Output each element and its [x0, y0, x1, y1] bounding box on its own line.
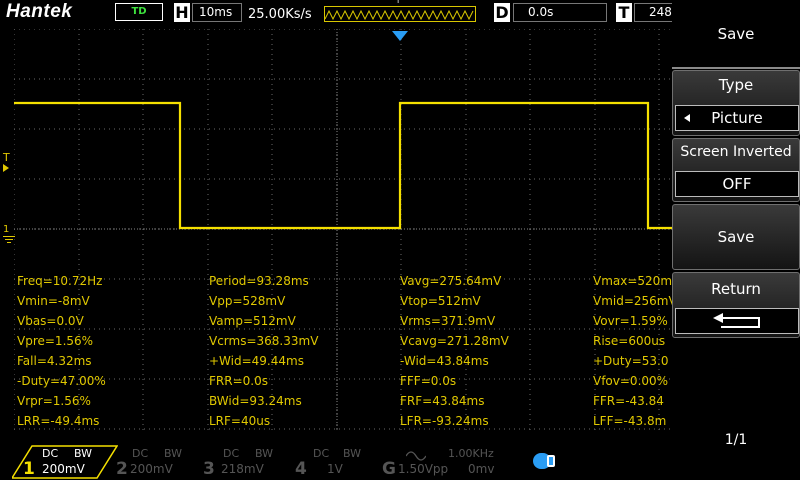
- measurement-value: Vmid=256mV: [593, 294, 672, 308]
- menu-title: Save: [717, 25, 755, 43]
- measurement-value: LFR=-93.24ms: [400, 414, 489, 428]
- measurement-value: Vpp=528mV: [209, 294, 286, 308]
- channel-3-bw: BW: [255, 447, 274, 460]
- measurement-value: Fall=4.32ms: [17, 354, 92, 368]
- measurement-value: Period=93.28ms: [209, 274, 309, 288]
- measurement-value: LRR=-49.4ms: [17, 414, 100, 428]
- save-menu-item[interactable]: Save: [672, 204, 800, 270]
- return-arrow-icon: [713, 313, 760, 328]
- measurement-value: -Duty=47.00%: [17, 374, 106, 388]
- measurement-value: Freq=10.72Hz: [17, 274, 103, 288]
- type-menu-item[interactable]: Type Picture: [672, 70, 800, 136]
- channel-3-scale: 218mV: [221, 462, 264, 476]
- measurement-value: Vcrms=368.33mV: [209, 334, 319, 348]
- sine-wave-icon: [406, 451, 426, 461]
- channel-4-number: 4: [295, 459, 307, 479]
- channel-2-coupling: DC: [132, 447, 149, 460]
- generator-label: G: [382, 459, 396, 479]
- measurement-value: Vavg=275.64mV: [400, 274, 502, 288]
- usb-icon: [533, 453, 559, 469]
- type-value: Picture: [711, 109, 763, 127]
- channel-2-number: 2: [116, 459, 128, 479]
- channel-1-coupling: DC: [42, 447, 59, 460]
- softkey-menu: Save Type Picture Screen Inverted OFF Sa…: [672, 0, 800, 480]
- return-menu-item[interactable]: Return: [672, 272, 800, 338]
- channel-2-scale: 200mV: [130, 462, 173, 476]
- measurement-value: FFR=-43.84: [593, 394, 664, 408]
- channel-3-number: 3: [203, 459, 215, 479]
- return-label: Return: [711, 280, 761, 298]
- measurement-value: +Duty=53.0: [593, 354, 669, 368]
- measurement-value: Vovr=1.59%: [593, 314, 668, 328]
- channel-1-number: 1: [23, 459, 35, 479]
- generator-frequency: 1.00KHz: [448, 447, 494, 460]
- measurement-value: +Wid=49.44ms: [209, 354, 304, 368]
- channel-4-status[interactable]: 4 DC BW 1V: [295, 445, 375, 479]
- channel-status-bar: 1 DC BW 200mV 2 DC BW 200mV 3 DC BW 218m…: [0, 444, 672, 480]
- generator-amplitude: 1.50Vpp: [398, 462, 449, 476]
- measurement-value: Vmin=-8mV: [17, 294, 90, 308]
- measurement-value: Rise=600us: [593, 334, 666, 348]
- generator-offset: 0mv: [468, 462, 495, 476]
- channel-3-coupling: DC: [223, 447, 240, 460]
- screen-inverted-menu-item[interactable]: Screen Inverted OFF: [672, 138, 800, 202]
- measurement-value: Vmax=520mV: [593, 274, 672, 288]
- save-label: Save: [717, 228, 755, 246]
- type-label: Type: [718, 76, 754, 94]
- measurement-panel: Freq=10.72Hz Period=93.28ms Vavg=275.64mV V…: [0, 0, 672, 432]
- measurement-value: BWid=93.24ms: [209, 394, 302, 408]
- channel-3-status[interactable]: 3 DC BW 218mV: [203, 445, 293, 479]
- measurement-value: FFF=0.0s: [400, 374, 457, 388]
- channel-1-bw: BW: [74, 447, 93, 460]
- channel-4-bw: BW: [343, 447, 362, 460]
- measurement-value: FRR=0.0s: [209, 374, 268, 388]
- measurement-value: FRF=43.84ms: [400, 394, 485, 408]
- measurement-value: Vcavg=271.28mV: [400, 334, 509, 348]
- menu-page-indicator: 1/1: [724, 432, 748, 448]
- measurement-value: Vrms=371.9mV: [400, 314, 496, 328]
- channel-2-status[interactable]: 2 DC BW 200mV: [116, 445, 206, 479]
- measurement-value: Vtop=512mV: [400, 294, 481, 308]
- measurement-value: Vbas=0.0V: [17, 314, 84, 328]
- generator-status[interactable]: G 1.00KHz 1.50Vpp 0mv: [382, 445, 522, 479]
- channel-1-status[interactable]: 1 DC BW 200mV: [12, 445, 118, 479]
- return-button[interactable]: [675, 308, 799, 334]
- measurement-value: LFF=-43.8m: [593, 414, 667, 428]
- measurement-value: Vpre=1.56%: [17, 334, 94, 348]
- measurement-value: LRF=40us: [209, 414, 271, 428]
- left-arrow-icon: [684, 114, 690, 122]
- measurement-value: -Wid=43.84ms: [400, 354, 489, 368]
- channel-1-scale: 200mV: [42, 462, 85, 476]
- measurement-value: Vrpr=1.56%: [17, 394, 91, 408]
- channel-4-coupling: DC: [313, 447, 330, 460]
- measurement-value: Vamp=512mV: [209, 314, 296, 328]
- screen-inverted-value[interactable]: OFF: [675, 171, 799, 197]
- channel-2-bw: BW: [164, 447, 183, 460]
- menu-divider: [672, 67, 800, 69]
- channel-4-scale: 1V: [327, 462, 343, 476]
- type-value-field[interactable]: Picture: [675, 105, 799, 131]
- measurement-value: Vfov=0.00%: [593, 374, 669, 388]
- screen-inverted-label: Screen Inverted: [680, 144, 792, 160]
